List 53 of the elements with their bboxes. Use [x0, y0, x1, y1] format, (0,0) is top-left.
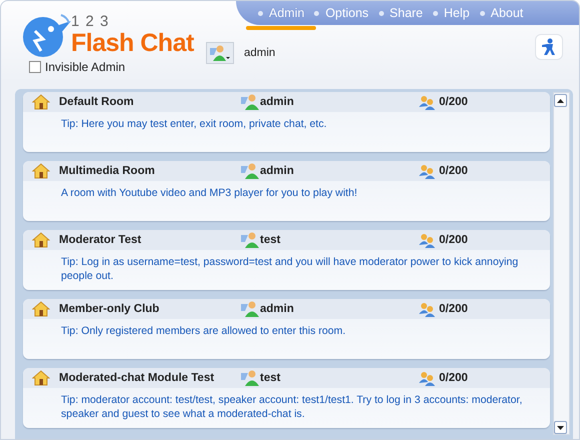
- room-description: Tip: moderator account: test/test, speaker account: test1/test1. Try to log in 3 accounts: moderator, speaker and guest to see what a moderated-chat is.: [60, 393, 524, 421]
- running-person-icon: [540, 38, 558, 56]
- invisible-admin-checkbox[interactable]: [29, 61, 41, 73]
- logo-text: Flash Chat: [71, 30, 194, 56]
- room-card[interactable]: Moderator Test test 0/200 Tip: Log in as username=test, password=test and you will have moderator power to kick annoying people out.: [23, 230, 550, 290]
- room-name: Moderated-chat Module Test: [59, 372, 216, 384]
- room-name: Moderator Test: [59, 234, 142, 246]
- room-owner: admin: [260, 96, 294, 108]
- owner-icon: [240, 162, 260, 180]
- users-icon: [418, 232, 435, 248]
- users-icon: [418, 94, 435, 110]
- user-count: 0/200: [439, 234, 468, 246]
- user-count: 0/200: [439, 372, 468, 384]
- room-owner: admin: [260, 165, 294, 177]
- logo-numbers: 1 2 3: [71, 13, 110, 30]
- exit-button[interactable]: [535, 34, 563, 60]
- room-owner: admin: [260, 303, 294, 315]
- scroll-down-button[interactable]: [554, 421, 567, 434]
- room-description: A room with Youtube video and MP3 player for you to play with!: [60, 186, 358, 200]
- house-icon: [32, 370, 50, 386]
- users-icon: [418, 164, 435, 178]
- room-description: Tip: Only registered members are allowed to enter this room.: [60, 324, 347, 338]
- house-icon: [32, 163, 50, 179]
- user-count: 0/200: [439, 96, 468, 108]
- room-description: Tip: Here you may test enter, exit room, private chat, etc.: [60, 117, 328, 131]
- house-icon: [32, 232, 50, 248]
- users-icon: [418, 370, 435, 386]
- room-card[interactable]: Moderated-chat Module Test test 0/200 Tip: moderator account: test/test, speaker account: test1/test1. Try to log in 3 accounts: moderator, speaker and guest to see what a moderated-chat is.: [23, 368, 550, 428]
- owner-icon: [240, 93, 260, 111]
- user-status-icon: [209, 44, 231, 62]
- user-count: 0/200: [439, 165, 468, 177]
- room-name: Default Room: [59, 96, 135, 108]
- room-owner: test: [260, 234, 280, 246]
- room-name: Member-only Club: [59, 303, 160, 315]
- room-name: Multimedia Room: [59, 165, 156, 177]
- house-icon: [32, 94, 50, 110]
- owner-icon: [240, 231, 260, 249]
- user-name: admin: [244, 47, 276, 59]
- scrollbar[interactable]: [553, 92, 570, 435]
- room-card[interactable]: Default Room admin 0/200 Tip: Here you may test enter, exit room, private chat, etc.: [23, 92, 550, 152]
- scroll-up-button[interactable]: [554, 94, 567, 107]
- user-count: 0/200: [439, 303, 468, 315]
- owner-icon: [240, 369, 260, 387]
- house-icon: [32, 301, 50, 317]
- room-card[interactable]: Member-only Club admin 0/200 Tip: Only registered members are allowed to enter this room.: [23, 299, 550, 359]
- room-owner: test: [260, 372, 280, 384]
- down-arrow-icon: [557, 426, 564, 430]
- invisible-admin-label: Invisible Admin: [45, 60, 126, 74]
- room-description: Tip: Log in as username=test, password=test and you will have moderator power to kick annoying people out.: [60, 255, 520, 283]
- up-arrow-icon: [557, 98, 564, 102]
- owner-icon: [240, 300, 260, 318]
- users-icon: [418, 302, 435, 316]
- room-card[interactable]: Multimedia Room admin 0/200 A room with Youtube video and MP3 player for you to play with!: [23, 161, 550, 221]
